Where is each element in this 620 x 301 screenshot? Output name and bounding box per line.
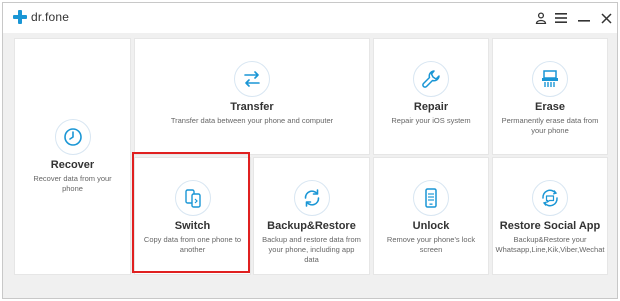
title-bar: dr.fone <box>3 3 617 33</box>
minimize-icon[interactable] <box>576 10 592 26</box>
card-description: Backup&Restore your Whatsapp,Line,Kik,Vi… <box>495 235 605 254</box>
clock-icon <box>54 119 91 155</box>
card-restore-social-app[interactable]: Restore Social App Backup&Restore your W… <box>492 157 608 275</box>
card-title: Erase <box>535 101 565 113</box>
transfer-arrows-icon <box>234 61 270 97</box>
card-backup-restore[interactable]: Backup&Restore Backup and restore data f… <box>253 157 370 275</box>
close-icon[interactable] <box>598 10 614 26</box>
card-erase[interactable]: Erase Permanently erase data from your p… <box>492 38 608 155</box>
card-description: Transfer data between your phone and com… <box>170 116 334 125</box>
card-title: Unlock <box>412 220 450 232</box>
card-title: Switch <box>174 220 211 232</box>
card-switch[interactable]: Switch Copy data from one phone to anoth… <box>134 157 251 275</box>
card-description: Permanently erase data from your phone <box>501 116 599 135</box>
card-description: Repair your iOS system <box>391 116 471 125</box>
app-window: dr.fone Recover Recover data from your p… <box>2 2 618 299</box>
app-logo: dr.fone <box>13 10 69 24</box>
card-unlock[interactable]: Unlock Remove your phone's lock screen <box>373 157 489 275</box>
card-recover[interactable]: Recover Recover data from your phone <box>14 38 131 275</box>
card-description: Remove your phone's lock screen <box>386 235 476 254</box>
phone-lock-icon <box>413 180 449 216</box>
app-name: dr.fone <box>31 10 70 24</box>
wrench-icon <box>413 61 449 97</box>
card-title: Backup&Restore <box>267 220 356 232</box>
social-restore-icon <box>532 180 568 216</box>
card-title: Restore Social App <box>499 220 601 232</box>
phone-switch-icon <box>174 180 211 216</box>
card-repair[interactable]: Repair Repair your iOS system <box>373 38 489 155</box>
card-description: Recover data from your phone <box>33 174 112 193</box>
card-description: Backup and restore data from your phone,… <box>262 235 361 264</box>
sync-icon <box>293 180 330 216</box>
card-transfer[interactable]: Transfer Transfer data between your phon… <box>134 38 370 155</box>
card-title: Recover <box>50 159 95 171</box>
user-icon[interactable] <box>533 10 549 26</box>
hamburger-icon[interactable] <box>553 10 569 26</box>
card-title: Transfer <box>230 101 274 113</box>
shredder-icon <box>532 61 568 97</box>
card-description: Copy data from one phone to another <box>143 235 242 254</box>
plus-logo-icon <box>13 10 27 24</box>
card-title: Repair <box>413 101 449 113</box>
